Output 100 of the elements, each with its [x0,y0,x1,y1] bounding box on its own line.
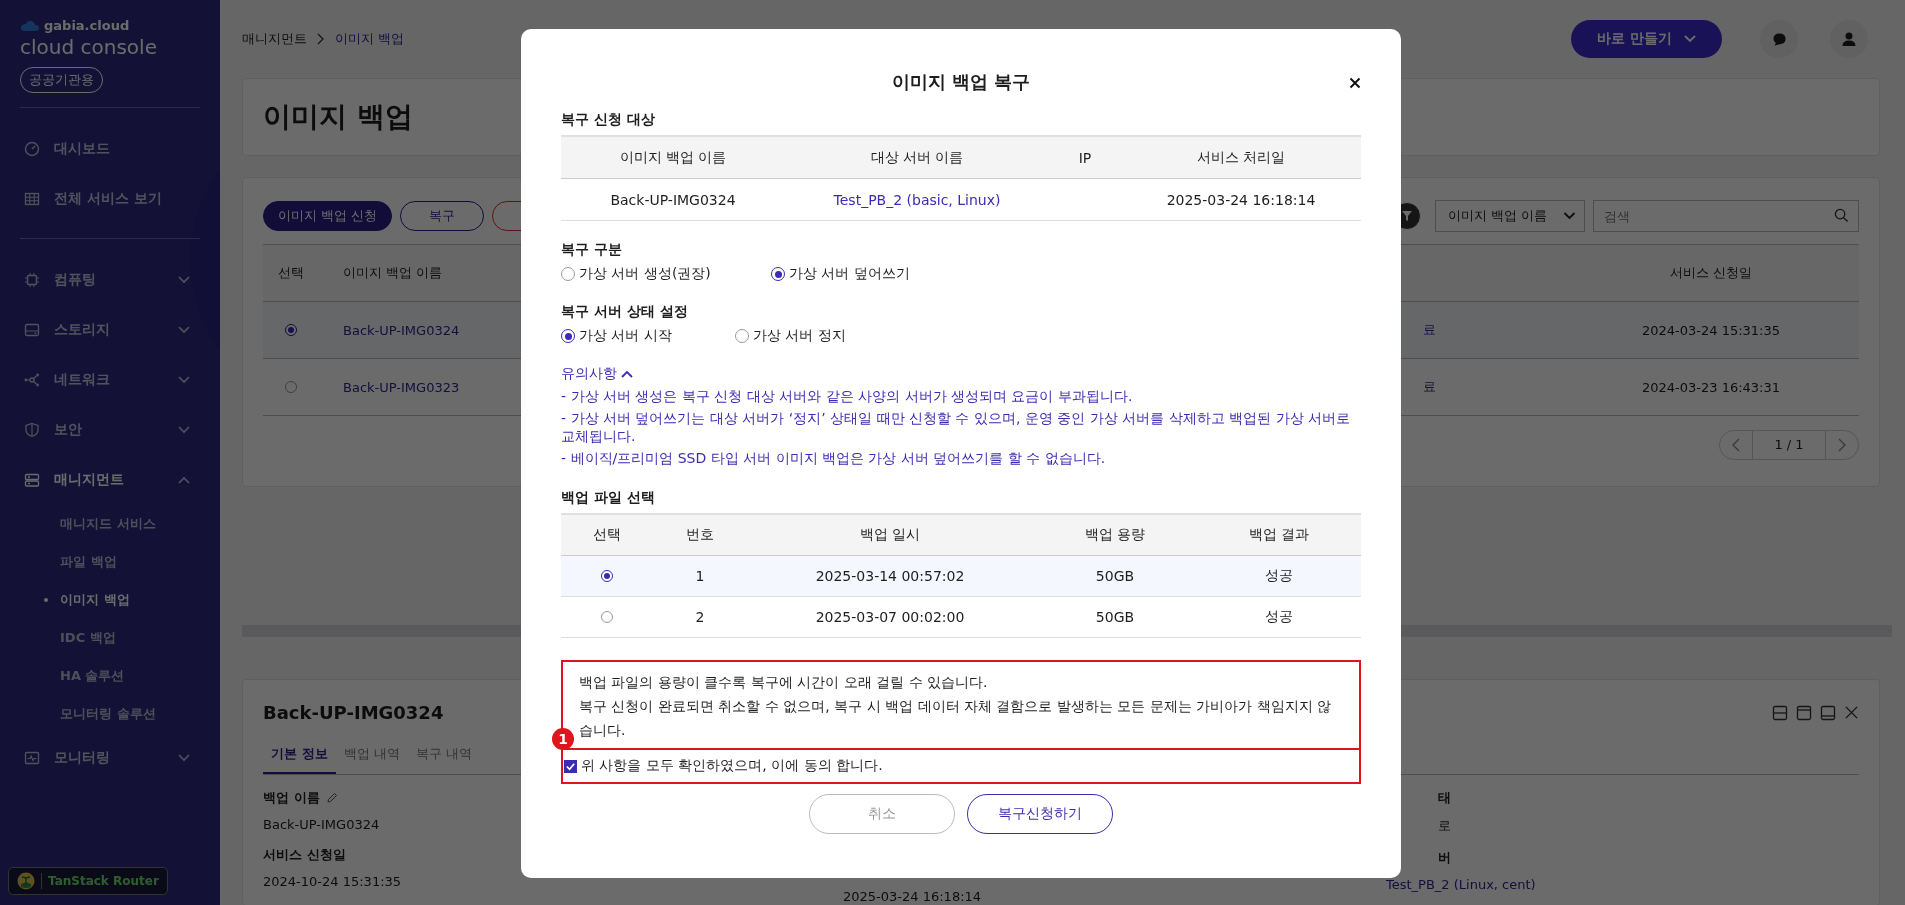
sidebar-group[interactable]: 모니터링 [0,733,220,783]
chip-icon [24,272,40,288]
note-text: - 가상 서버 덮어쓰기는 대상 서버가 ‘정지’ 상태일 때만 신청할 수 있으며, 운영 중인 가상 서버를 삭제하고 백업된 가상 서버로 교체됩니다. [561,409,1351,445]
radio-option[interactable]: 가상 서버 생성(권장) [561,265,771,283]
chevron-left-icon [1732,438,1740,452]
table-cell: 료 [1423,322,1436,337]
agree-checkbox[interactable]: 위 사항을 모두 확인하였으며, 이에 동의 합니다. [563,757,883,775]
column-header: 이미지 백업 이름 [619,148,727,167]
table-cell: 50GB [1095,568,1135,584]
breadcrumb-link[interactable]: 이미지 백업 [335,30,405,48]
sidebar-item[interactable]: 전체 서비스 보기 [0,174,220,224]
column-header: 서비스 처리일 [1196,148,1286,167]
column-header: 번호 [686,526,714,544]
column-header: 백업 일시 [859,526,921,544]
panel-bottom-icon [1820,704,1836,721]
column-header: 선택 [278,264,304,282]
sidebar-group-label: 보안 [54,421,83,439]
table-cell: 2024-03-24 15:31:35 [1641,322,1781,338]
column-header: 서비스 신청일 [1669,265,1753,280]
sidebar-subitem[interactable]: 이미지 백업 [0,581,220,619]
page-indicator: 1 / 1 [1752,431,1826,459]
create-button[interactable]: 바로 만들기 [1571,20,1722,58]
search-icon [1834,208,1849,223]
note-text: - 가상 서버 생성은 복구 신청 대상 서버와 같은 사양의 서버가 생성되며 요금이 부과됩니다. [561,387,1134,405]
table-cell: 료 [1423,379,1436,394]
radio-button[interactable] [285,381,297,393]
column-header: 대상 서버 이름 [870,148,964,167]
breadcrumb-link[interactable]: 매니지먼트 [242,30,307,48]
user-icon [1841,31,1857,47]
toolbar-button[interactable]: 이미지 백업 신청 [263,201,393,231]
sidebar-group[interactable]: 매니지먼트 [0,455,220,505]
toolbar-button[interactable]: 복구 [400,201,485,231]
checkmark-icon [565,760,576,772]
table-cell: 2025-03-07 00:02:00 [815,609,965,625]
sidebar-group-label: 스토리지 [54,321,111,339]
field-label: 태 [1438,789,1451,807]
field-value: Test_PB_2 (Linux, cent) [1386,877,1536,892]
table-cell: 2 [695,609,705,625]
chevron-right-icon [317,33,325,45]
close-icon[interactable] [1349,77,1361,89]
field-label: 서비스 신청일 [263,846,346,864]
section-heading: 복구 신청 대상 [561,111,656,129]
product-name: cloud console [19,35,158,59]
radio-button[interactable] [601,611,613,623]
sidebar-subitem[interactable]: IDC 백업 [0,619,220,657]
note-text: - 베이직/프리미엄 SSD 타입 서버 이미지 백업은 가상 서버 덮어쓰기를 할 수 없습니다. [561,449,1107,467]
annotation-badge: 1 [552,728,574,750]
server-icon [24,472,40,488]
sidebar-subitem[interactable]: 매니지드 서비스 [0,505,220,543]
table-cell: 1 [695,568,705,584]
field-value: 2024-10-24 15:31:35 [263,874,403,889]
sidebar-group[interactable]: 컴퓨팅 [0,255,220,305]
devtools-button[interactable]: TanStack Router [8,867,168,895]
sidebar-item[interactable]: 대시보드 [0,124,220,174]
sidebar-subitem[interactable]: HA 솔루션 [0,657,220,695]
sidebar-group[interactable]: 보안 [0,405,220,455]
search-field-select[interactable]: 이미지 백업 이름 [1435,200,1585,232]
sidebar-subitem[interactable]: 파일 백업 [0,543,220,581]
field-label: 버 [1438,849,1451,867]
monitor-icon [24,750,40,766]
radio-button[interactable] [285,324,297,336]
section-heading: 복구 서버 상태 설정 [561,303,689,321]
tab[interactable]: 복구 내역 [407,745,480,774]
pencil-icon[interactable] [325,792,338,804]
page-title: 이미지 백업 [263,99,413,135]
tab[interactable]: 백업 내역 [335,745,408,774]
warning-text: 복구 신청이 완료되면 취소할 수 없으며, 복구 시 백업 데이터 자체 결함으로 발생하는 모든 문제는 가비아가 책임지지 않습니다. [579,697,1333,740]
sidebar-group-label: 모니터링 [54,749,111,767]
grid-icon [24,191,40,207]
warning-text: 백업 파일의 용량이 클수록 복구에 시간이 오래 걸릴 수 있습니다. [579,673,989,692]
radio-option[interactable]: 가상 서버 시작 [561,327,735,345]
gauge-icon [24,141,40,157]
sidebar-group-label: 매니지먼트 [54,471,125,489]
shield-icon [24,422,40,438]
search-field[interactable]: 검색 [1593,200,1859,232]
sidebar-subitem[interactable]: 모니터링 솔루션 [0,695,220,733]
field-value: 2025-03-24 16:18:14 [843,889,982,904]
sidebar-group[interactable]: 네트워크 [0,355,220,405]
column-header: IP [1078,149,1092,166]
detail-title: Back-UP-IMG0324 [263,702,444,723]
radio-option[interactable]: 가상 서버 덮어쓰기 [771,265,910,283]
sidebar-group-label: 네트워크 [54,371,111,389]
server-name-link[interactable]: Test_PB_2 (basic, Linux) [833,191,1001,208]
chat-button[interactable] [1760,20,1798,58]
field-value: 로 [1438,817,1452,835]
backup-name-link[interactable]: Back-UP-IMG0323 [343,379,460,395]
notes-toggle[interactable]: 유의사항 [561,365,633,383]
submit-restore-button[interactable]: 복구신청하기 [967,794,1113,834]
radio-button[interactable] [601,570,613,582]
backup-name-link[interactable]: Back-UP-IMG0324 [343,322,460,338]
sidebar-group[interactable]: 스토리지 [0,305,220,355]
table-cell: 50GB [1095,609,1135,625]
storage-icon [24,322,40,338]
user-button[interactable] [1830,20,1868,58]
radio-option[interactable]: 가상 서버 정지 [735,327,846,345]
column-header: 이미지 백업 이름 [343,265,443,280]
table-cell: 성공 [1265,567,1293,585]
tab[interactable]: 기본 정보 [263,745,336,774]
brand-name: gabia.cloud [44,18,130,33]
table-cell: 성공 [1265,608,1293,626]
